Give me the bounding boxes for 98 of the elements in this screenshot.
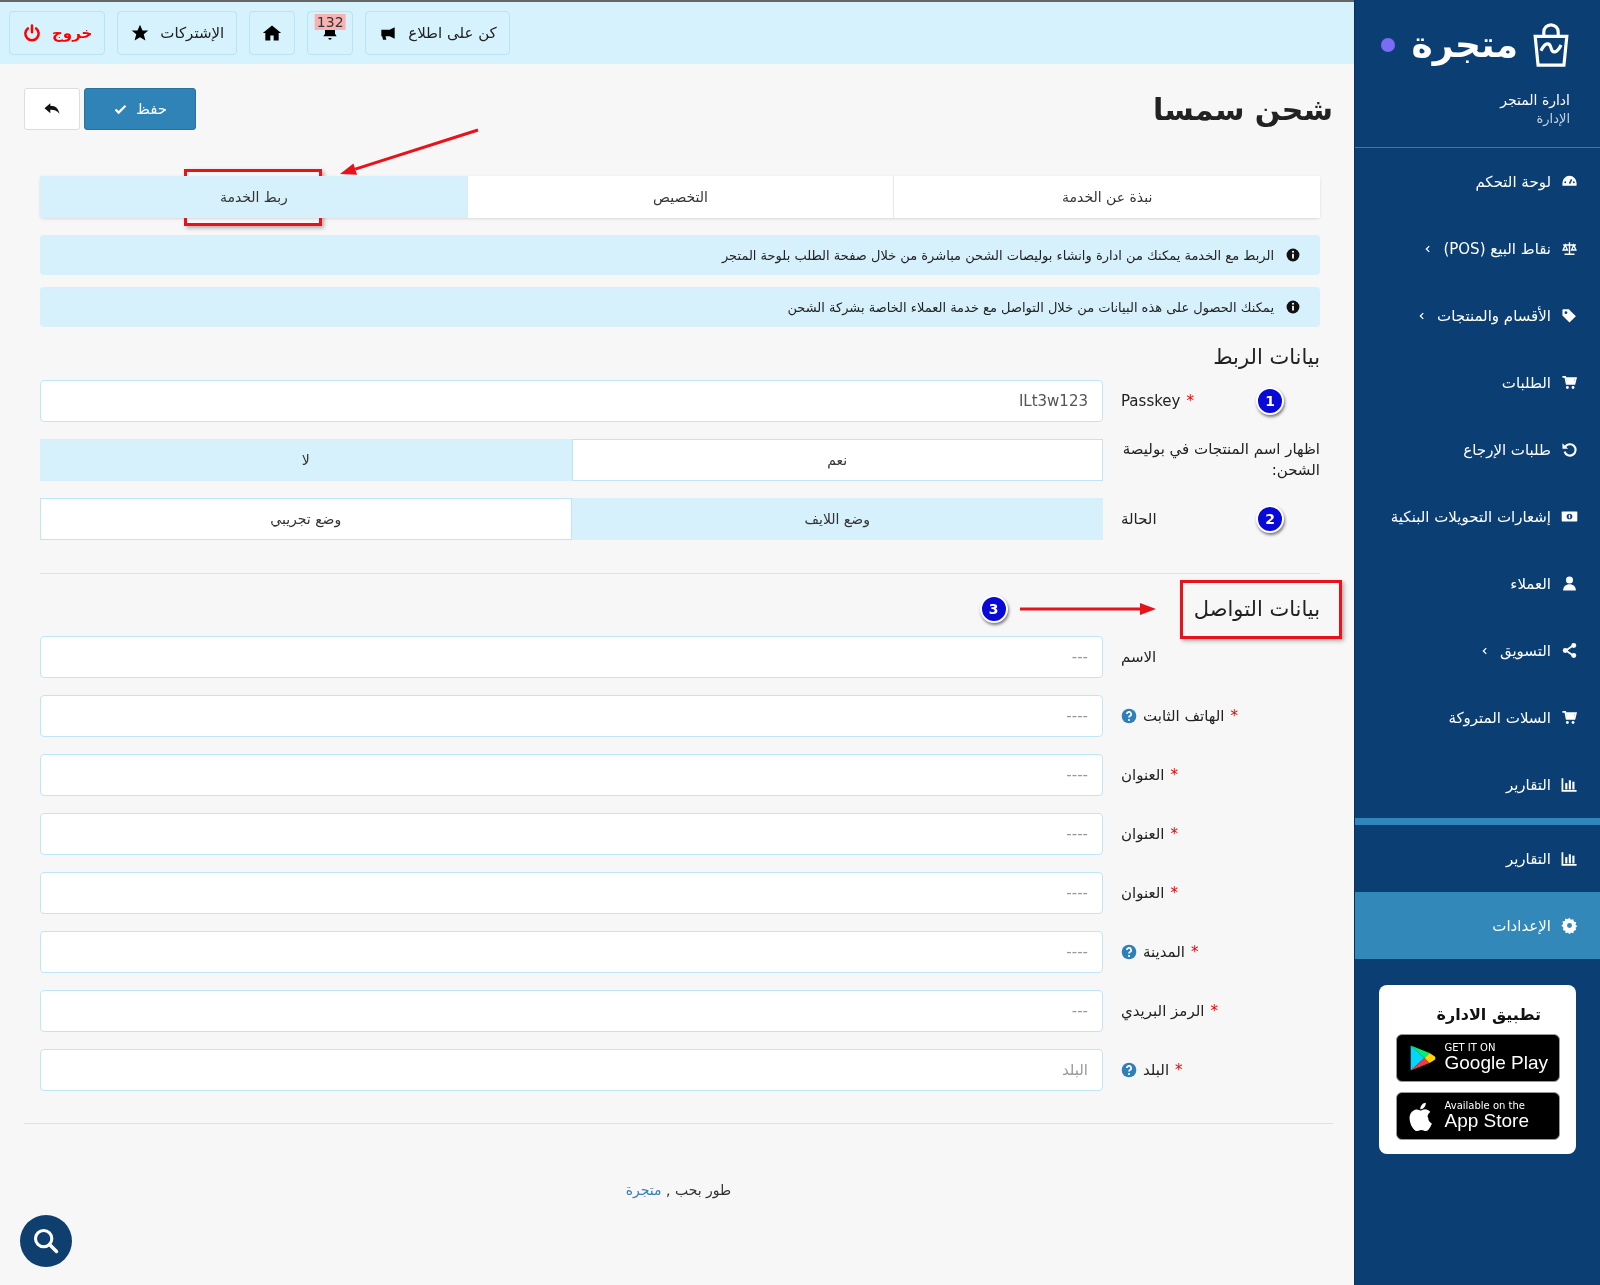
undo-icon bbox=[1561, 441, 1578, 458]
toggle-option[interactable]: وضع تجريبي bbox=[40, 498, 572, 540]
field-label: الحالة bbox=[1121, 508, 1157, 530]
bar-chart-icon bbox=[1561, 850, 1578, 867]
alert-text: يمكنك الحصول على هذه البيانات من خلال التواصل مع خدمة العملاء الخاصة بشركة الشحن bbox=[787, 299, 1274, 315]
footer-link[interactable]: متجرة bbox=[625, 1182, 662, 1198]
input-field[interactable]: --- bbox=[40, 990, 1103, 1032]
sidebar-item[interactable]: العملاء bbox=[1355, 550, 1600, 617]
cart-icon bbox=[1561, 709, 1578, 726]
page-title: شحن سمسا bbox=[1153, 91, 1333, 127]
input-field[interactable]: ---- bbox=[40, 695, 1103, 737]
sidebar-label: العملاء bbox=[1510, 574, 1551, 593]
share-icon bbox=[1561, 642, 1578, 659]
user-icon bbox=[1561, 575, 1578, 592]
field-label: العنوان bbox=[1121, 823, 1165, 845]
field-label: العنوان bbox=[1121, 882, 1165, 904]
sidebar-label: الإعدادات bbox=[1492, 916, 1551, 935]
input-field[interactable]: ---- bbox=[40, 754, 1103, 796]
sidebar-item[interactable]: الطلبات bbox=[1355, 349, 1600, 416]
sidebar-label: التقارير bbox=[1505, 849, 1551, 868]
app-store-badge[interactable]: Available on the App Store bbox=[1395, 1092, 1560, 1140]
sidebar-label: الطلبات bbox=[1501, 373, 1551, 392]
sidebar-item[interactable]: التقارير bbox=[1355, 825, 1600, 892]
sidebar-item[interactable]: إشعارات التحويلات البنكية bbox=[1355, 483, 1600, 550]
search-button[interactable] bbox=[20, 1215, 72, 1267]
back-button[interactable] bbox=[24, 88, 80, 130]
field-label: البلد bbox=[1143, 1059, 1170, 1081]
sidebar-label: طلبات الإرجاع bbox=[1463, 440, 1551, 459]
count-badge: 132 bbox=[314, 14, 346, 30]
brand-dot bbox=[1381, 38, 1396, 52]
sidebar-item[interactable]: طلبات الإرجاع bbox=[1355, 416, 1600, 483]
section-heading: بيانات التواصل bbox=[1193, 597, 1320, 621]
sidebar-item[interactable]: نقاط البيع (POS) bbox=[1355, 215, 1600, 282]
input-field[interactable]: ---- bbox=[40, 872, 1103, 914]
sidebar-item[interactable]: الإعدادات bbox=[1355, 892, 1600, 959]
number-marker: 1 bbox=[1256, 387, 1284, 415]
input-field[interactable]: البلد bbox=[40, 1049, 1103, 1091]
sidebar-item[interactable]: الأقسام والمنتجات bbox=[1355, 282, 1600, 349]
required-mark: * bbox=[1230, 707, 1238, 725]
notifications-button[interactable]: 132 bbox=[307, 11, 354, 55]
power-icon bbox=[22, 23, 42, 43]
sidebar-label: التسويق bbox=[1499, 641, 1551, 660]
cart-icon bbox=[1561, 374, 1578, 391]
app-card-title: تطبيق الادارة bbox=[1435, 1005, 1542, 1024]
number-marker: 3 bbox=[979, 595, 1008, 623]
sidebar-label: التقارير bbox=[1505, 775, 1551, 794]
input-field[interactable]: --- bbox=[40, 636, 1103, 678]
google-play-badge[interactable]: GET IT ON Google Play bbox=[1395, 1034, 1560, 1082]
field-label: Passkey bbox=[1121, 390, 1181, 412]
section-heading: بيانات الربط bbox=[1213, 345, 1320, 369]
sidebar-label: لوحة التحكم bbox=[1475, 172, 1551, 191]
required-mark: * bbox=[1191, 943, 1199, 961]
sidebar-item[interactable]: السلات المتروكة bbox=[1355, 684, 1600, 751]
required-mark: * bbox=[1186, 392, 1194, 410]
toggle-option[interactable]: وضع اللايف bbox=[571, 498, 1103, 540]
input-field[interactable]: ---- bbox=[40, 813, 1103, 855]
scale-icon bbox=[1561, 240, 1578, 257]
toggle-option[interactable]: لا bbox=[40, 439, 572, 481]
field-label: الرمز البريدي bbox=[1121, 1000, 1205, 1022]
settings-icon bbox=[1561, 917, 1578, 934]
field-label: الهاتف الثابت bbox=[1143, 705, 1225, 727]
tab[interactable]: التخصيص bbox=[466, 176, 894, 218]
field-label: الاسم bbox=[1121, 646, 1157, 668]
sidebar-item[interactable]: التقارير bbox=[1355, 751, 1600, 818]
sidebar-item[interactable]: التسويق bbox=[1355, 617, 1600, 684]
tab[interactable]: ربط الخدمة bbox=[40, 176, 467, 218]
required-mark: * bbox=[1175, 1061, 1183, 1079]
info-icon bbox=[1286, 248, 1300, 262]
field-label: المدينة bbox=[1143, 941, 1186, 963]
footer-credit: طور بحب , متجرة bbox=[624, 1182, 733, 1198]
input-field[interactable]: ---- bbox=[40, 931, 1103, 973]
sidebar-label: إشعارات التحويلات البنكية bbox=[1390, 507, 1551, 526]
sidebar-label: السلات المتروكة bbox=[1448, 708, 1551, 727]
toggle-option[interactable]: نعم bbox=[571, 439, 1103, 481]
required-mark: * bbox=[1170, 766, 1178, 784]
required-mark: * bbox=[1210, 1002, 1218, 1020]
bar-chart-icon bbox=[1561, 776, 1578, 793]
subscriptions-button[interactable]: الإشتركات bbox=[117, 11, 238, 55]
save-button[interactable]: حفظ bbox=[84, 88, 196, 130]
tab[interactable]: نبذة عن الخدمة bbox=[893, 176, 1320, 218]
announcements-button[interactable]: كن على اطلاع bbox=[365, 11, 510, 55]
sidebar-item[interactable]: لوحة التحكم bbox=[1355, 148, 1600, 215]
home-button[interactable] bbox=[249, 11, 296, 55]
search-icon bbox=[32, 1227, 60, 1255]
required-mark: * bbox=[1170, 884, 1178, 902]
input-field[interactable]: ILt3w123 bbox=[40, 380, 1103, 422]
home-icon bbox=[262, 23, 283, 43]
info-icon bbox=[1286, 300, 1300, 314]
alert-text: الربط مع الخدمة يمكنك من ادارة وانشاء بوليصات الشحن مباشرة من خلال صفحة الطلب بلوحة المتجر bbox=[721, 247, 1274, 263]
field-label: اظهار اسم المنتجات في بوليصة الشحن: bbox=[1121, 439, 1320, 481]
store-name: ادارة المتجر bbox=[1498, 92, 1570, 108]
sidebar-label: الأقسام والمنتجات bbox=[1437, 306, 1551, 325]
field-label: العنوان bbox=[1121, 764, 1165, 786]
user-role: الإدارة bbox=[1535, 111, 1570, 126]
sidebar-label: نقاط البيع (POS) bbox=[1443, 239, 1551, 258]
tag-icon bbox=[1561, 307, 1578, 324]
number-marker: 2 bbox=[1256, 505, 1284, 533]
required-mark: * bbox=[1170, 825, 1178, 843]
